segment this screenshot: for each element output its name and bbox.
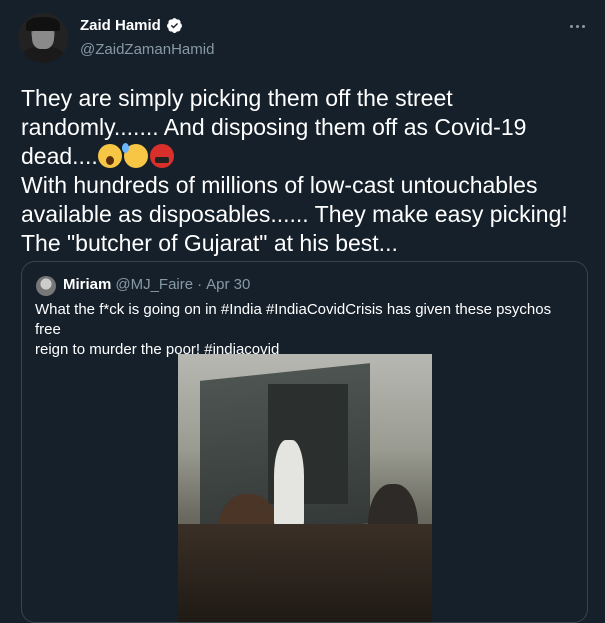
- author-name-row[interactable]: Zaid Hamid: [80, 17, 183, 34]
- more-options-icon[interactable]: [566, 17, 588, 35]
- tweet-text: They are simply picking them off the str…: [21, 84, 591, 258]
- tweet-line: randomly....... And disposing them off a…: [21, 114, 527, 140]
- quoted-tweet[interactable]: Miriam @MJ_Faire · Apr 30 What the f*ck …: [21, 261, 588, 623]
- quoted-text-line: What the f*ck is going on in #India #Ind…: [35, 301, 552, 338]
- author-avatar[interactable]: [18, 13, 68, 63]
- quoted-date: Apr 30: [206, 276, 251, 293]
- tweet-line: They are simply picking them off the str…: [21, 85, 453, 111]
- more-dot: [575, 24, 579, 28]
- tweet-line: dead....: [21, 143, 98, 169]
- quoted-handle: @MJ_Faire: [115, 276, 194, 293]
- quoted-tweet-text: What the f*ck is going on in #India #Ind…: [35, 300, 575, 360]
- author-display-name[interactable]: Zaid Hamid: [80, 17, 161, 34]
- quoted-separator: ·: [197, 276, 203, 293]
- tweet-line: available as disposables...... They make…: [21, 201, 568, 227]
- quoted-tweet-header: Miriam @MJ_Faire · Apr 30: [63, 276, 250, 293]
- face-screaming-in-fear-emoji-icon: [97, 144, 122, 168]
- quoted-author-avatar: [36, 276, 56, 296]
- avatar-body: [22, 47, 64, 63]
- author-handle[interactable]: @ZaidZamanHamid: [80, 41, 214, 58]
- quoted-display-name: Miriam: [63, 276, 112, 293]
- tweet-line: The "butcher of Gujarat" at his best...: [21, 230, 398, 256]
- tweet-line: With hundreds of millions of low-cast un…: [21, 172, 538, 198]
- tweet: Zaid Hamid @ZaidZamanHamid They are simp…: [0, 0, 605, 623]
- more-dot: [569, 24, 573, 28]
- more-dot: [581, 24, 585, 28]
- face-with-symbols-on-mouth-emoji-icon: [149, 144, 174, 168]
- video-thumbnail[interactable]: [178, 354, 432, 622]
- avatar-cap: [26, 17, 60, 31]
- verified-badge-icon: [166, 18, 182, 33]
- thumbnail-crowd: [178, 524, 432, 622]
- anxious-face-with-sweat-emoji-icon: [121, 143, 148, 168]
- thumbnail-person-in-ppe: [274, 440, 304, 530]
